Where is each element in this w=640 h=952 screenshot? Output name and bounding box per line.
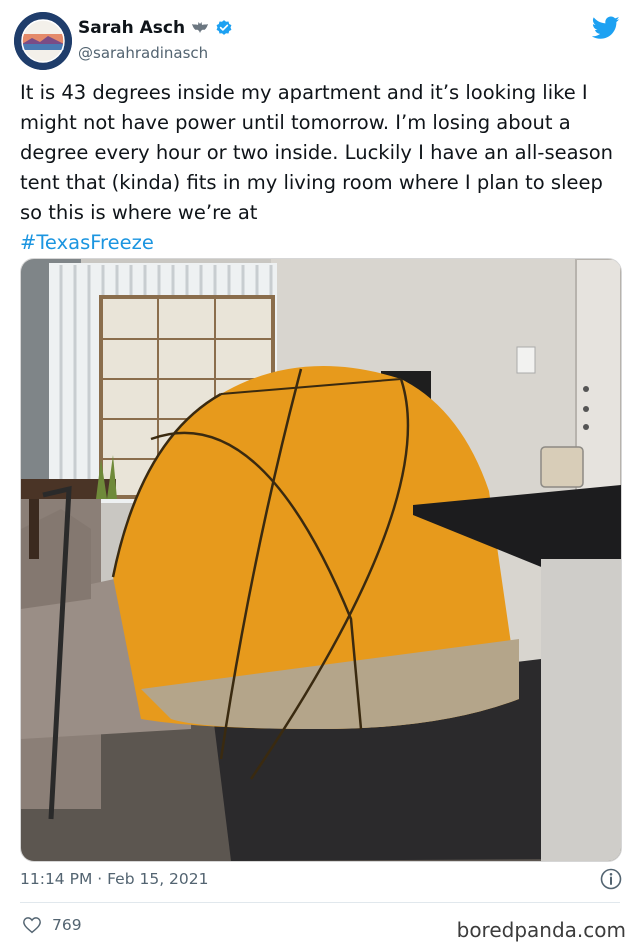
tweet-text: It is 43 degrees inside my apartment and… (20, 78, 620, 258)
bat-icon (192, 22, 209, 33)
like-count: 769 (52, 916, 82, 934)
author-row: Sarah Asch (78, 18, 233, 38)
heart-icon (23, 917, 41, 934)
avatar[interactable] (14, 12, 72, 70)
tweet-photo[interactable] (20, 258, 622, 862)
twitter-bird-icon[interactable] (592, 16, 620, 40)
verified-badge-icon (216, 20, 232, 35)
hashtag-link[interactable]: #TexasFreeze (20, 231, 154, 254)
author-handle[interactable]: @sarahradinasch (78, 44, 208, 62)
info-icon[interactable] (600, 868, 622, 890)
author-name[interactable]: Sarah Asch (78, 18, 185, 38)
like-button[interactable]: 769 (22, 916, 82, 934)
tweet-timestamp[interactable]: 11:14 PM · Feb 15, 2021 (20, 870, 209, 888)
austin-newsgroup-logo (14, 12, 72, 70)
boredpanda-watermark: boredpanda.com (456, 918, 626, 942)
tweet-body: It is 43 degrees inside my apartment and… (20, 81, 620, 224)
tent-in-living-room-image (21, 259, 621, 861)
divider (20, 902, 620, 903)
